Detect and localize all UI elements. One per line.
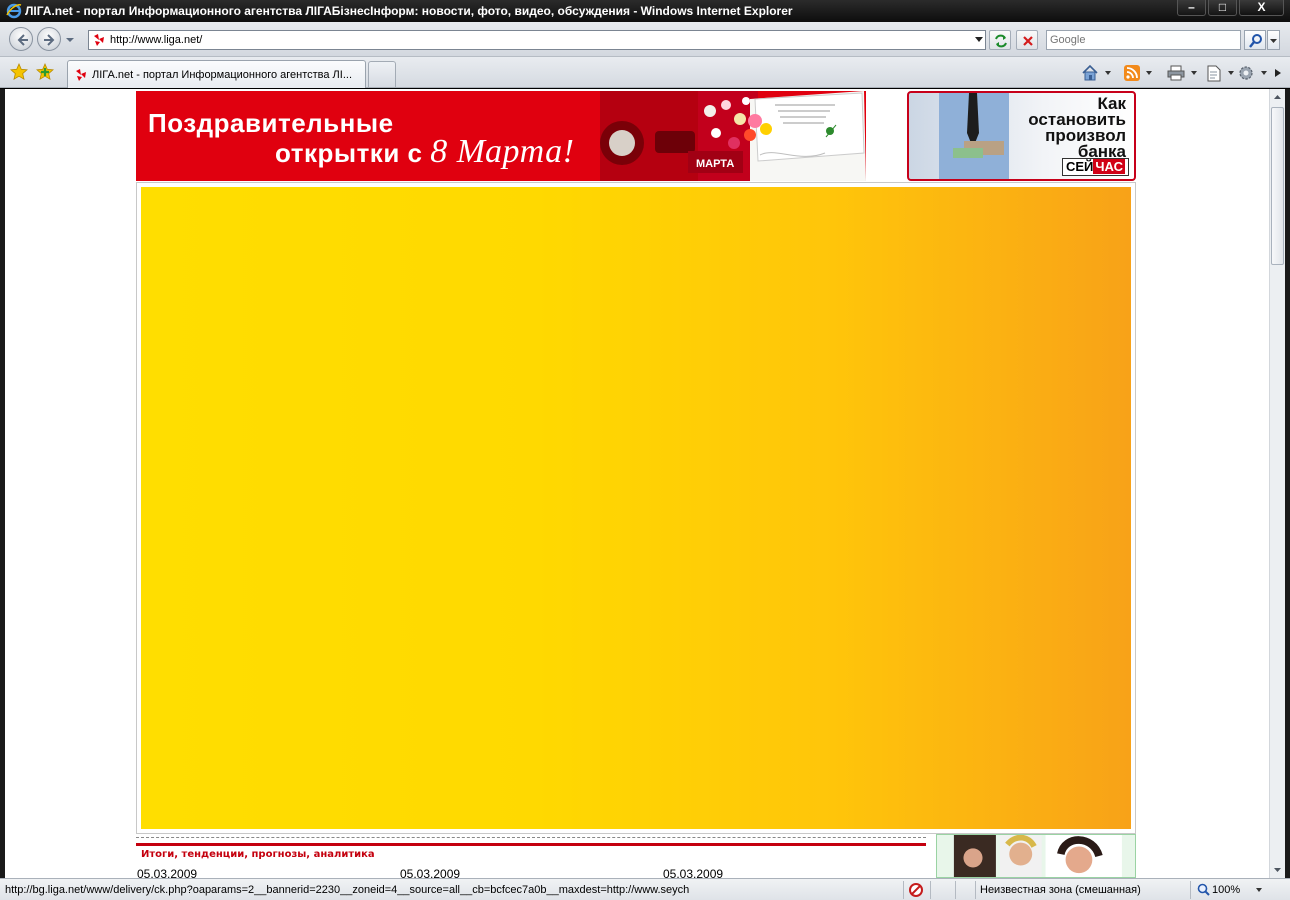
forward-arrow-icon: [44, 34, 55, 46]
section-rule: [136, 843, 926, 846]
ie-logo-icon: [6, 3, 22, 19]
zoom-level[interactable]: 100%: [1212, 884, 1240, 896]
scroll-down-button[interactable]: [1270, 861, 1285, 878]
status-separator: [975, 881, 976, 899]
chevron-up-icon: [1274, 95, 1281, 99]
news-date: 05.03.2009: [663, 867, 724, 878]
zoom-icon: [1197, 883, 1210, 896]
search-input[interactable]: [1047, 31, 1240, 49]
seychas-logo: СЕЙ ЧАС: [1062, 158, 1129, 176]
star-icon[interactable]: [10, 63, 28, 81]
status-bar: http://bg.liga.net/www/delivery/ck.php?o…: [0, 878, 1290, 900]
flash-ad-gradient: [141, 187, 1131, 829]
new-tab-button[interactable]: [368, 61, 396, 87]
close-window-button[interactable]: X: [1239, 0, 1284, 16]
minimize-button[interactable]: –: [1177, 0, 1206, 16]
chevron-down-icon[interactable]: [1256, 888, 1262, 892]
page-viewport: Поздравительные открытки с 8 Марта! МАРТ…: [5, 89, 1269, 878]
stop-button[interactable]: [1016, 30, 1038, 50]
window-titlebar: ЛІГА.net - портал Информационного агентс…: [0, 0, 1290, 22]
analytics-section-title[interactable]: Итоги, тенденции, прогнозы, аналитика: [141, 849, 375, 860]
scrollbar-thumb[interactable]: [1271, 107, 1284, 265]
seychas-logo-right: ЧАС: [1093, 159, 1125, 174]
chevron-down-icon: [1191, 71, 1197, 75]
maximize-button[interactable]: □: [1208, 0, 1237, 16]
tab-label: ЛІГА.net - портал Информационного агентс…: [92, 69, 353, 81]
status-separator: [930, 881, 931, 899]
history-dropdown-icon[interactable]: [66, 36, 74, 44]
back-arrow-icon: [17, 34, 28, 46]
window-title: ЛІГА.net - портал Информационного агентс…: [25, 4, 793, 18]
popup-blocker-icon[interactable]: [908, 882, 924, 898]
status-separator: [1190, 881, 1191, 899]
page-icon: [1207, 65, 1221, 81]
banner-line2-script: 8 Марта!: [430, 133, 575, 170]
search-box[interactable]: [1046, 30, 1241, 50]
section-divider: [136, 837, 926, 838]
search-button[interactable]: [1244, 30, 1266, 50]
tab-toolbar: ЛІГА.net - портал Информационного агентс…: [0, 57, 1290, 88]
chevron-down-icon: [1105, 71, 1111, 75]
liga-favicon-icon: [92, 33, 106, 47]
banner-line2-prefix: открытки с: [275, 138, 431, 168]
flash-ad-banner[interactable]: [136, 182, 1136, 834]
tab-liga[interactable]: ЛІГА.net - портал Информационного агентс…: [67, 60, 366, 88]
print-icon: [1167, 65, 1185, 81]
add-favorites-icon[interactable]: [36, 63, 54, 81]
seychas-headline: Как остановить произвол банка: [1028, 95, 1126, 160]
rss-icon: [1124, 65, 1140, 81]
liga-favicon-icon: [76, 69, 86, 81]
chevron-down-icon: [1146, 71, 1152, 75]
status-url: http://bg.liga.net/www/delivery/ck.php?o…: [5, 884, 690, 896]
search-options-dropdown[interactable]: [1267, 30, 1280, 50]
news-date: 05.03.2009: [400, 867, 461, 878]
security-zone[interactable]: Неизвестная зона (смешанная): [980, 884, 1141, 896]
march8-cards-banner[interactable]: Поздравительные открытки с 8 Марта! МАРТ…: [136, 91, 866, 181]
status-separator: [955, 881, 956, 899]
vertical-scrollbar[interactable]: [1269, 89, 1285, 878]
back-button[interactable]: [9, 27, 33, 51]
print-button[interactable]: [1167, 62, 1197, 84]
forward-button[interactable]: [37, 27, 61, 51]
window-frame-right: [1285, 89, 1290, 900]
businessman-image: [939, 93, 1009, 179]
home-icon: [1082, 64, 1098, 81]
seychas-banner[interactable]: Как остановить произвол банка СЕЙ ЧАС: [907, 91, 1136, 181]
page-menu-button[interactable]: [1206, 62, 1234, 84]
chevron-down-icon: [1228, 71, 1234, 75]
address-dropdown-icon[interactable]: [975, 37, 983, 43]
stop-icon: [1023, 36, 1033, 46]
svg-text:МАРТА: МАРТА: [696, 158, 734, 170]
status-separator: [903, 881, 904, 899]
news-date: 05.03.2009: [137, 867, 198, 878]
chevron-right-icon: [1275, 69, 1281, 77]
feeds-button[interactable]: [1124, 62, 1152, 84]
tools-menu-button[interactable]: [1237, 62, 1267, 84]
seychas-logo-left: СЕЙ: [1066, 159, 1094, 174]
address-url[interactable]: http://www.liga.net/: [110, 34, 202, 46]
address-toolbar: http://www.liga.net/: [0, 22, 1290, 57]
banner-line2: открытки с 8 Марта!: [275, 133, 574, 171]
chevron-down-icon: [1270, 39, 1277, 43]
address-bar[interactable]: http://www.liga.net/: [88, 30, 986, 50]
toolbar-overflow-button[interactable]: [1275, 62, 1281, 84]
photos-strip-image[interactable]: [936, 834, 1136, 878]
gear-icon: [1239, 66, 1253, 80]
refresh-icon: [995, 34, 1007, 48]
refresh-button[interactable]: [989, 30, 1011, 50]
chevron-down-icon: [1261, 71, 1267, 75]
cards-collage-image: МАРТА: [600, 91, 866, 181]
scroll-up-button[interactable]: [1270, 89, 1285, 106]
chevron-down-icon: [1274, 868, 1281, 872]
home-button[interactable]: [1081, 62, 1111, 84]
search-icon: [1249, 34, 1262, 48]
